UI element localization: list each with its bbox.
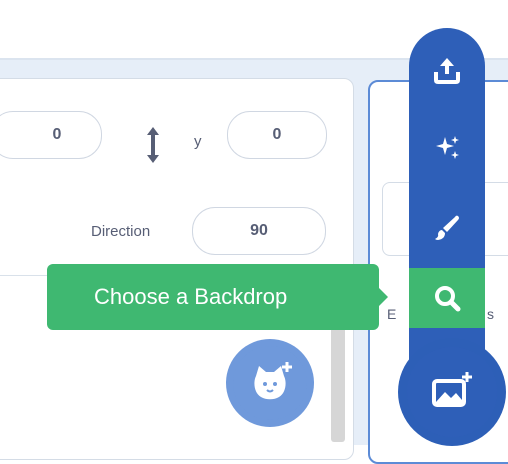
choose-backdrop-search-button[interactable] — [409, 268, 485, 328]
tooltip-text: Choose a Backdrop — [94, 284, 288, 309]
direction-value: 90 — [250, 222, 268, 239]
x-value: 0 — [52, 126, 62, 143]
choose-backdrop-button[interactable] — [398, 338, 506, 446]
cat-add-icon — [254, 362, 292, 400]
y-value: 0 — [272, 126, 282, 143]
backdrops-label-end: s — [487, 306, 494, 322]
backdrops-label-start: E — [387, 306, 397, 322]
tooltip-pointer — [378, 287, 388, 307]
direction-label: Direction — [91, 223, 151, 240]
image-add-icon — [432, 372, 472, 407]
choose-sprite-button[interactable] — [226, 339, 314, 427]
paint-icon — [435, 215, 459, 240]
search-icon — [435, 286, 461, 312]
y-label: y — [194, 133, 202, 150]
upload-backdrop-button[interactable] — [409, 40, 485, 100]
x-field[interactable]: 0 — [0, 111, 102, 159]
upload-icon — [434, 58, 460, 84]
surprise-backdrop-button[interactable] — [409, 118, 485, 178]
backdrop-menu — [409, 28, 485, 368]
choose-backdrop-tooltip: Choose a Backdrop — [47, 264, 379, 330]
up-down-arrow-icon — [147, 127, 159, 163]
paint-backdrop-button[interactable] — [409, 198, 485, 258]
surprise-icon — [436, 136, 459, 159]
y-field[interactable]: 0 — [227, 111, 327, 159]
direction-field[interactable]: 90 — [192, 207, 326, 255]
sprite-list-scrollbar[interactable] — [331, 322, 345, 442]
backdrops-label: E s — [387, 306, 494, 322]
